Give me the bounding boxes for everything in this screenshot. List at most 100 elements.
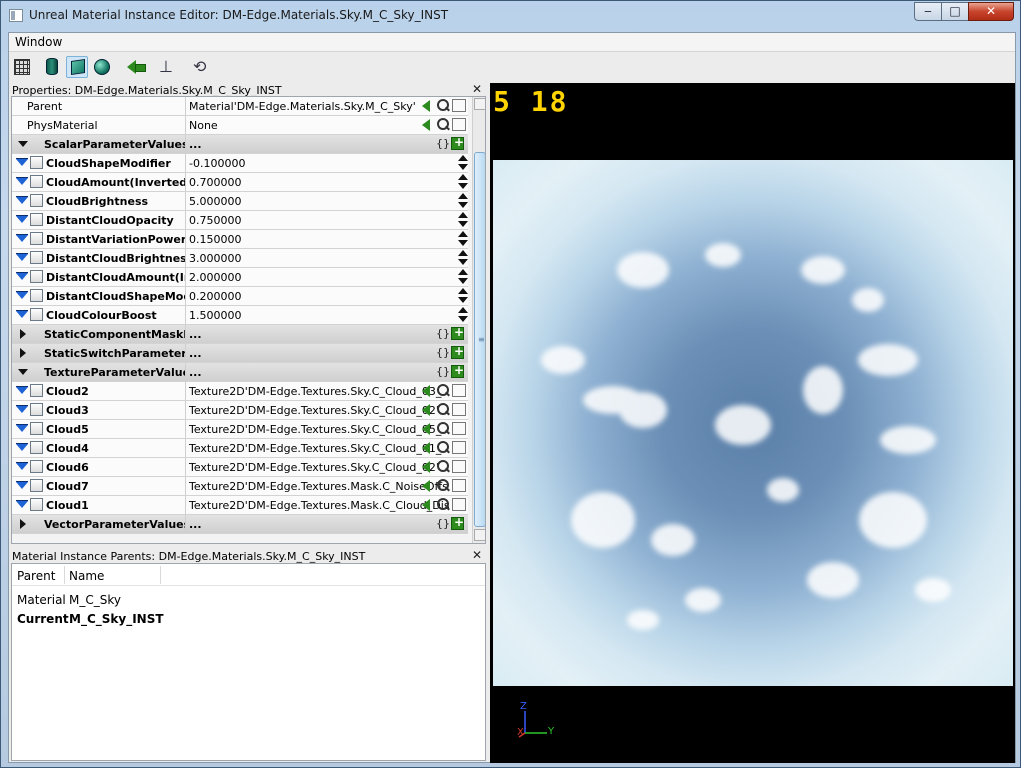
expand-arrow-icon[interactable] [16, 443, 28, 453]
property-row[interactable]: Cloud6 Texture2D'DM-Edge.Textures.Sky.C_C… [12, 458, 468, 477]
expanded-triangle-icon[interactable] [18, 139, 28, 149]
find-in-browser-icon[interactable] [436, 117, 450, 133]
use-selected-arrow-icon[interactable] [422, 478, 436, 494]
property-value-cell[interactable]: 0.750000 [187, 211, 468, 229]
property-value-cell[interactable]: 0.150000 [187, 230, 468, 248]
add-item-icon[interactable] [451, 344, 464, 359]
scroll-down-arrow-icon[interactable] [474, 529, 485, 541]
use-selected-arrow-icon[interactable] [422, 117, 436, 133]
override-checkbox[interactable] [30, 232, 43, 245]
sphere-preview-button[interactable] [91, 56, 113, 78]
override-checkbox[interactable] [30, 384, 43, 397]
properties-close-icon[interactable]: ✕ [472, 82, 482, 96]
empty-array-icon[interactable]: {} [436, 326, 450, 342]
scroll-thumb[interactable]: ≡ [474, 152, 485, 527]
find-in-browser-icon[interactable] [436, 402, 450, 418]
properties-scrollbar[interactable]: ≡ [472, 97, 485, 543]
expand-arrow-icon[interactable] [16, 462, 28, 472]
override-checkbox[interactable] [30, 289, 43, 302]
find-in-browser-icon[interactable] [436, 478, 450, 494]
find-in-browser-icon[interactable] [436, 421, 450, 437]
clear-value-icon[interactable] [452, 99, 466, 112]
use-selected-arrow-icon[interactable] [422, 497, 436, 513]
property-category[interactable]: VectorParameterValues... {} [12, 515, 468, 534]
property-row[interactable]: CloudBrightness 5.000000 [12, 192, 468, 211]
property-row[interactable]: Cloud5 Texture2D'DM-Edge.Textures.Sky.C_C… [12, 420, 468, 439]
cube-preview-button[interactable] [66, 56, 88, 78]
property-value-cell[interactable]: 3.000000 [187, 249, 468, 267]
parent-row-current[interactable]: Current M_C_Sky_INST [12, 609, 485, 628]
clear-value-icon[interactable] [452, 422, 466, 435]
property-row[interactable]: CloudShapeModifier -0.100000 [12, 154, 468, 173]
expand-arrow-icon[interactable] [16, 500, 28, 510]
add-item-icon[interactable] [451, 363, 464, 378]
clear-value-icon[interactable] [452, 384, 466, 397]
expand-arrow-icon[interactable] [16, 272, 28, 282]
spinner-arrows-icon[interactable] [458, 230, 468, 248]
property-row[interactable]: DistantCloudShapeModif 0.200000 [12, 287, 468, 306]
property-row[interactable]: Cloud2 Texture2D'DM-Edge.Textures.Sky.C_C… [12, 382, 468, 401]
property-value-cell[interactable]: 0.200000 [187, 287, 468, 305]
use-selected-arrow-icon[interactable] [422, 98, 436, 114]
property-row[interactable]: PhysMaterial None [12, 116, 468, 135]
close-window-button[interactable]: ✕ [968, 2, 1014, 21]
menu-window[interactable]: Window [15, 35, 62, 49]
empty-array-icon[interactable]: {} [436, 364, 450, 380]
use-selected-arrow-icon[interactable] [422, 383, 436, 399]
property-row[interactable]: DistantCloudBrightness 3.000000 [12, 249, 468, 268]
grid-toggle-button[interactable] [11, 56, 33, 78]
property-value-cell[interactable]: 5.000000 [187, 192, 468, 210]
expand-arrow-icon[interactable] [16, 253, 28, 263]
use-selected-arrow-icon[interactable] [422, 402, 436, 418]
override-checkbox[interactable] [30, 270, 43, 283]
spinner-arrows-icon[interactable] [458, 306, 468, 324]
collapsed-triangle-icon[interactable] [18, 329, 28, 339]
title-bar[interactable]: Unreal Material Instance Editor: DM-Edge… [1, 1, 1020, 31]
expanded-triangle-icon[interactable] [18, 367, 28, 377]
find-in-browser-icon[interactable] [436, 440, 450, 456]
clear-value-icon[interactable] [452, 479, 466, 492]
override-checkbox[interactable] [30, 403, 43, 416]
property-category[interactable]: StaticSwitchParameterV... {} [12, 344, 468, 363]
add-item-icon[interactable] [451, 325, 464, 340]
use-selected-arrow-icon[interactable] [422, 421, 436, 437]
property-category[interactable]: TextureParameterValues... {} [12, 363, 468, 382]
spinner-arrows-icon[interactable] [458, 154, 468, 172]
add-item-icon[interactable] [451, 515, 464, 530]
override-checkbox[interactable] [30, 498, 43, 511]
override-checkbox[interactable] [30, 308, 43, 321]
expand-arrow-icon[interactable] [16, 215, 28, 225]
override-checkbox[interactable] [30, 460, 43, 473]
clear-value-icon[interactable] [452, 498, 466, 511]
property-row[interactable]: Cloud1 Texture2D'DM-Edge.Textures.Mask.C_… [12, 496, 468, 515]
spinner-arrows-icon[interactable] [458, 211, 468, 229]
scroll-up-arrow-icon[interactable] [474, 98, 485, 110]
maximize-button[interactable]: □ [941, 2, 969, 21]
property-row[interactable]: Parent Material'DM-Edge.Materials.Sky.M_C… [12, 97, 468, 116]
property-row[interactable]: DistantCloudOpacity 0.750000 [12, 211, 468, 230]
override-checkbox[interactable] [30, 194, 43, 207]
empty-array-icon[interactable]: {} [436, 516, 450, 532]
collapsed-triangle-icon[interactable] [18, 519, 28, 529]
property-row[interactable]: CloudColourBoost 1.500000 [12, 306, 468, 325]
override-checkbox[interactable] [30, 479, 43, 492]
find-in-browser-icon[interactable] [436, 98, 450, 114]
property-row[interactable]: Cloud7 Texture2D'DM-Edge.Textures.Mask.C_… [12, 477, 468, 496]
clear-value-icon[interactable] [452, 441, 466, 454]
property-row[interactable]: Cloud3 Texture2D'DM-Edge.Textures.Sky.C_C… [12, 401, 468, 420]
property-value-cell[interactable]: 2.000000 [187, 268, 468, 286]
plane-preview-button[interactable]: ⊥ [157, 56, 179, 78]
use-selected-asset-button[interactable] [125, 56, 147, 78]
clear-value-icon[interactable] [452, 403, 466, 416]
spinner-arrows-icon[interactable] [458, 192, 468, 210]
spinner-arrows-icon[interactable] [458, 287, 468, 305]
reset-camera-button[interactable]: ⟲ [191, 56, 213, 78]
expand-arrow-icon[interactable] [16, 234, 28, 244]
preview-viewport[interactable]: 5 18 Z Y X [490, 83, 1015, 763]
override-checkbox[interactable] [30, 441, 43, 454]
column-parent[interactable]: Parent [17, 569, 55, 583]
expand-arrow-icon[interactable] [16, 177, 28, 187]
collapsed-triangle-icon[interactable] [18, 348, 28, 358]
use-selected-arrow-icon[interactable] [422, 440, 436, 456]
property-value-cell[interactable]: 0.700000 [187, 173, 468, 191]
